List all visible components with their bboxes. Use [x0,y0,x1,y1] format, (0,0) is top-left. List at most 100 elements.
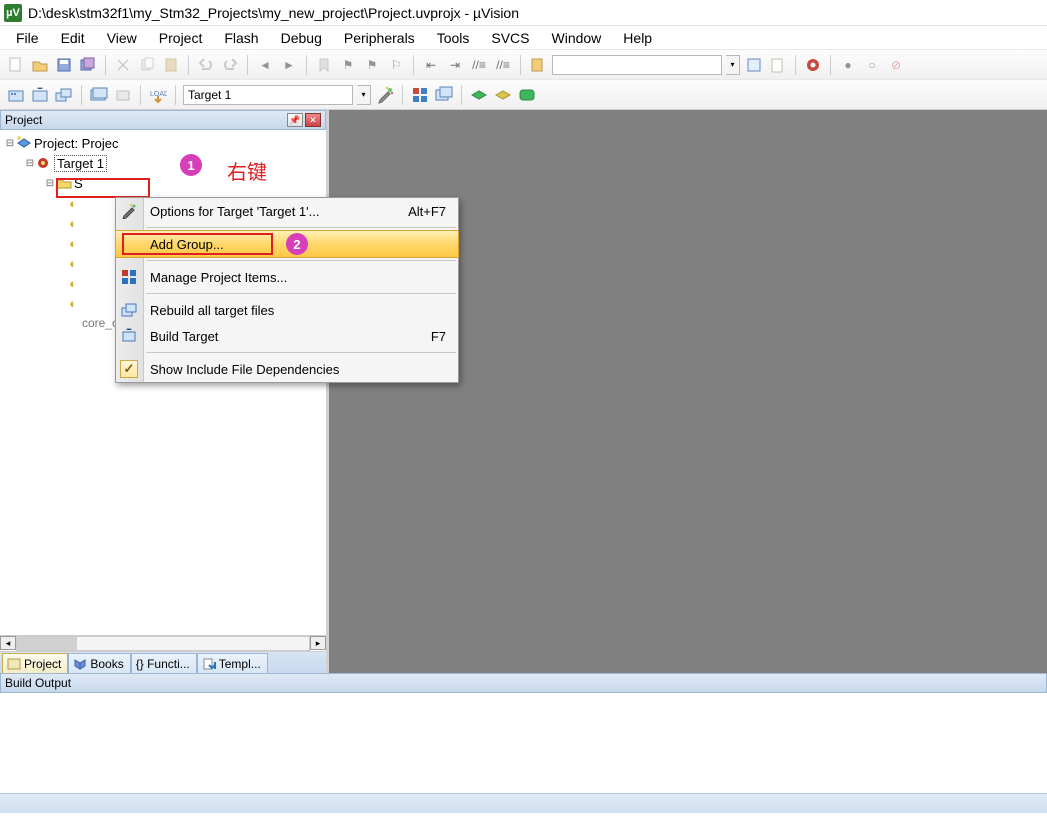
file-icon-hidden: ◐ [64,236,82,251]
download-icon[interactable]: LOAD [148,85,168,105]
expand-icon[interactable]: ⊟ [44,178,56,189]
menu-svcs[interactable]: SVCS [481,28,539,48]
scrollbar-track[interactable] [16,636,310,651]
expand-icon[interactable]: ⊟ [24,158,36,169]
save-icon[interactable] [54,55,74,75]
project-root-icon [16,135,34,151]
breakpoint-icon[interactable]: ● [838,55,858,75]
target-select[interactable]: Target 1 [183,85,353,105]
search-input[interactable] [552,55,722,75]
indent-left-icon[interactable]: ⇤ [421,55,441,75]
new-file-icon[interactable] [6,55,26,75]
copy-icon[interactable] [137,55,157,75]
tab-templates-label: Templ... [219,657,261,671]
breakpoint-disable-icon[interactable]: ○ [862,55,882,75]
batch-build-icon[interactable] [89,85,109,105]
context-menu-separator [146,227,456,228]
redo-icon[interactable] [220,55,240,75]
menu-edit[interactable]: Edit [51,28,95,48]
bookmark-toggle-icon[interactable] [314,55,334,75]
tab-project[interactable]: Project [2,653,68,673]
menu-flash[interactable]: Flash [214,28,268,48]
tab-functions[interactable]: {} Functi... [131,653,197,673]
indent-right-icon[interactable]: ⇥ [445,55,465,75]
toolbar-separator [81,85,82,105]
nav-forward-icon[interactable]: ► [279,55,299,75]
save-all-icon[interactable] [78,55,98,75]
bookmark-next-icon[interactable]: ⚑ [362,55,382,75]
ctx-rebuild[interactable]: Rebuild all target files [116,297,458,323]
search-dropdown-icon[interactable]: ▾ [726,55,740,75]
menu-help[interactable]: Help [613,28,662,48]
manage-project-items-icon[interactable] [410,85,430,105]
target-label[interactable]: Target 1 [54,155,107,172]
scroll-left-icon[interactable]: ◂ [0,636,16,650]
file-icon-hidden: ◐ [64,296,82,311]
file-icon-hidden: ◐ [64,276,82,291]
build-output-body[interactable] [0,693,1047,793]
scroll-right-icon[interactable]: ▸ [310,636,326,650]
paste-icon[interactable] [161,55,181,75]
menu-tools[interactable]: Tools [427,28,480,48]
options-icon[interactable] [375,85,395,105]
undo-icon[interactable] [196,55,216,75]
toolbar-standard: ◄ ► ⚑ ⚑ ⚐ ⇤ ⇥ //≡ //≡ ▾ ● ○ ⊘ [0,50,1047,80]
menu-window[interactable]: Window [542,28,612,48]
project-pane: Project 📌 ✕ ⊟ Project: Projec ⊟ Target 1… [0,110,329,673]
pane-pin-icon[interactable]: 📌 [287,113,303,127]
ctx-show-include-deps[interactable]: ✓ Show Include File Dependencies [116,356,458,382]
pane-close-icon[interactable]: ✕ [305,113,321,127]
menu-peripherals[interactable]: Peripherals [334,28,425,48]
target-select-value: Target 1 [188,88,231,102]
stop-build-icon[interactable] [113,85,133,105]
window-title: D:\desk\stm32f1\my_Stm32_Projects\my_new… [28,5,519,21]
find-next-icon[interactable] [744,55,764,75]
incremental-find-icon[interactable] [768,55,788,75]
pack-installer-icon[interactable] [469,85,489,105]
toolbar-separator [413,55,414,75]
nav-back-icon[interactable]: ◄ [255,55,275,75]
project-tab-icon [7,658,21,670]
toolbar-separator [247,55,248,75]
open-file-icon[interactable] [30,55,50,75]
menu-file[interactable]: File [6,28,49,48]
cut-icon[interactable] [113,55,133,75]
breakpoint-kill-icon[interactable]: ⊘ [886,55,906,75]
bookmark-clear-icon[interactable]: ⚐ [386,55,406,75]
expand-icon[interactable]: ⊟ [4,138,16,149]
manage-rte-icon[interactable] [493,85,513,105]
toolbar-separator [461,85,462,105]
tab-templates[interactable]: Templ... [197,653,268,673]
toolbar-separator [188,55,189,75]
comment-icon[interactable]: //≡ [469,55,489,75]
ctx-build-target[interactable]: Build Target F7 [116,323,458,349]
build-output-header: Build Output [0,673,1047,693]
uncomment-icon[interactable]: //≡ [493,55,513,75]
debug-icon[interactable] [803,55,823,75]
menu-debug[interactable]: Debug [271,28,332,48]
horizontal-scrollbar[interactable]: ◂ ▸ [0,635,326,651]
rebuild-icon[interactable] [54,85,74,105]
tab-books[interactable]: Books [68,653,130,673]
select-packs-icon[interactable] [517,85,537,105]
translate-icon[interactable] [6,85,26,105]
ctx-manage-project-items[interactable]: Manage Project Items... [116,264,458,290]
menu-project[interactable]: Project [149,28,213,48]
build-icon[interactable] [30,85,50,105]
menubar: File Edit View Project Flash Debug Perip… [0,26,1047,50]
project-root-label[interactable]: Project: Projec [34,136,119,151]
status-bar [0,793,1047,813]
build-output-title: Build Output [5,676,71,690]
bookmark-prev-icon[interactable]: ⚑ [338,55,358,75]
scrollbar-thumb[interactable] [17,637,77,650]
annotation-circle-2: 2 [286,233,308,255]
find-in-files-icon[interactable] [528,55,548,75]
ctx-build-label: Build Target [150,329,218,344]
ctx-options-target[interactable]: Options for Target 'Target 1'... Alt+F7 [116,198,458,224]
manage-multi-project-icon[interactable] [434,85,454,105]
ctx-options-label: Options for Target 'Target 1'... [150,204,319,219]
target-select-dropdown-icon[interactable]: ▾ [357,85,371,105]
titlebar: µV D:\desk\stm32f1\my_Stm32_Projects\my_… [0,0,1047,26]
target-icon [36,156,54,170]
menu-view[interactable]: View [97,28,147,48]
